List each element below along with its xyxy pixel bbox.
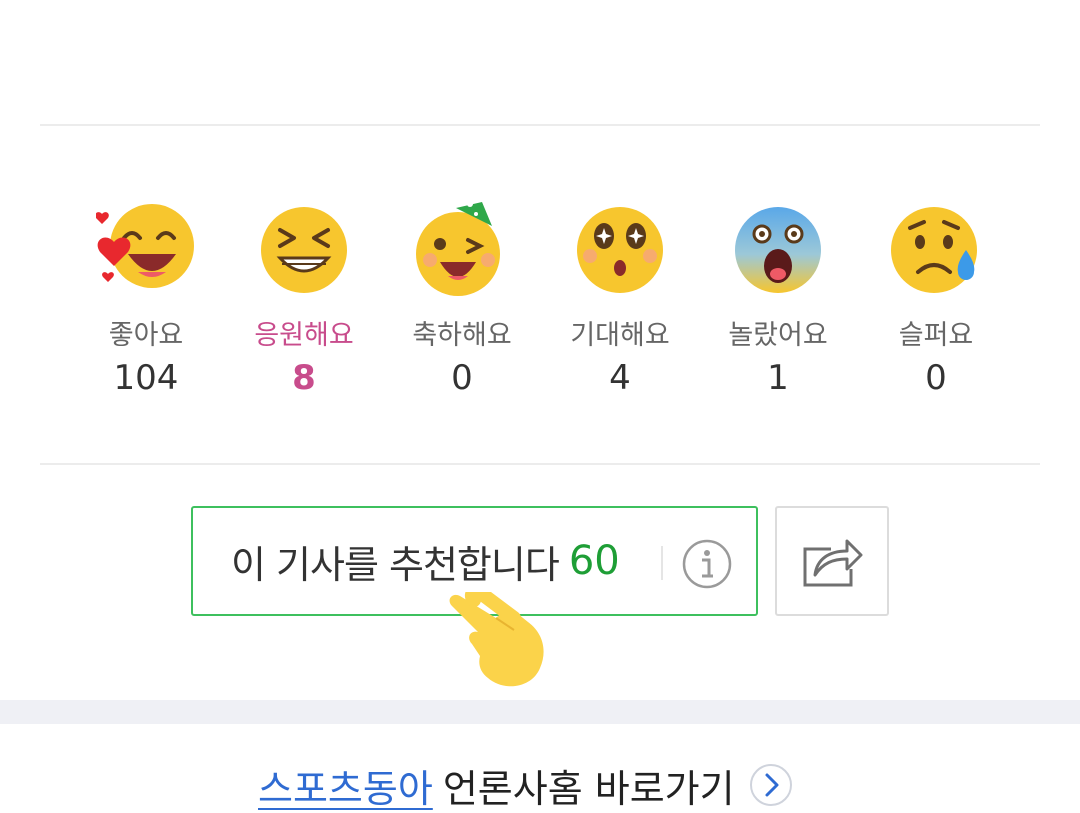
grinning-squint-emoji-icon [261,207,347,293]
press-home-label: 언론사홈 바로가기 [442,766,735,811]
reaction-count: 4 [609,358,631,398]
reaction-bar: 좋아요 104 응원해요 8 축하해요 0 기대해요 4 놀랐어요 1 슬퍼요 … [67,200,1015,400]
reaction-count: 0 [451,358,473,398]
reaction-label: 좋아요 [108,320,184,351]
reaction-surprised[interactable]: 놀랐어요 1 [699,200,857,400]
reaction-count: 1 [767,358,789,398]
reaction-cheer[interactable]: 응원해요 8 [225,200,383,400]
middle-divider [40,463,1040,465]
section-separator [0,700,1080,724]
reaction-expect[interactable]: 기대해요 4 [541,200,699,400]
reaction-label: 응원해요 [254,320,354,351]
reaction-label: 슬퍼요 [898,320,974,351]
heart-eyes-laughing-emoji-icon [96,204,194,288]
recommend-count: 60 [568,538,620,584]
share-button[interactable] [775,506,889,616]
top-divider [40,124,1040,126]
party-hat-wink-emoji-icon [416,201,500,296]
chevron-right-circle-icon[interactable] [749,763,793,807]
press-name[interactable]: 스포츠동아 [258,758,433,813]
reaction-congrats[interactable]: 축하해요 0 [383,200,541,400]
recommend-separator [661,546,663,580]
info-icon[interactable] [681,538,733,590]
crying-sad-emoji-icon [891,207,977,293]
reaction-label: 놀랐어요 [728,320,828,351]
reaction-label: 기대해요 [570,320,670,351]
reaction-count: 0 [925,358,947,398]
screaming-shocked-emoji-icon [735,207,821,293]
reaction-count: 104 [113,358,179,398]
sparkle-eyes-emoji-icon [577,207,663,293]
reaction-sad[interactable]: 슬퍼요 0 [857,200,1015,400]
pointing-hand-icon [449,592,544,687]
reaction-like[interactable]: 좋아요 104 [67,200,225,400]
recommend-label: 이 기사를 추천합니다 [231,542,560,587]
reaction-label: 축하해요 [412,320,512,351]
reaction-count: 8 [292,358,316,398]
share-icon [803,539,863,587]
